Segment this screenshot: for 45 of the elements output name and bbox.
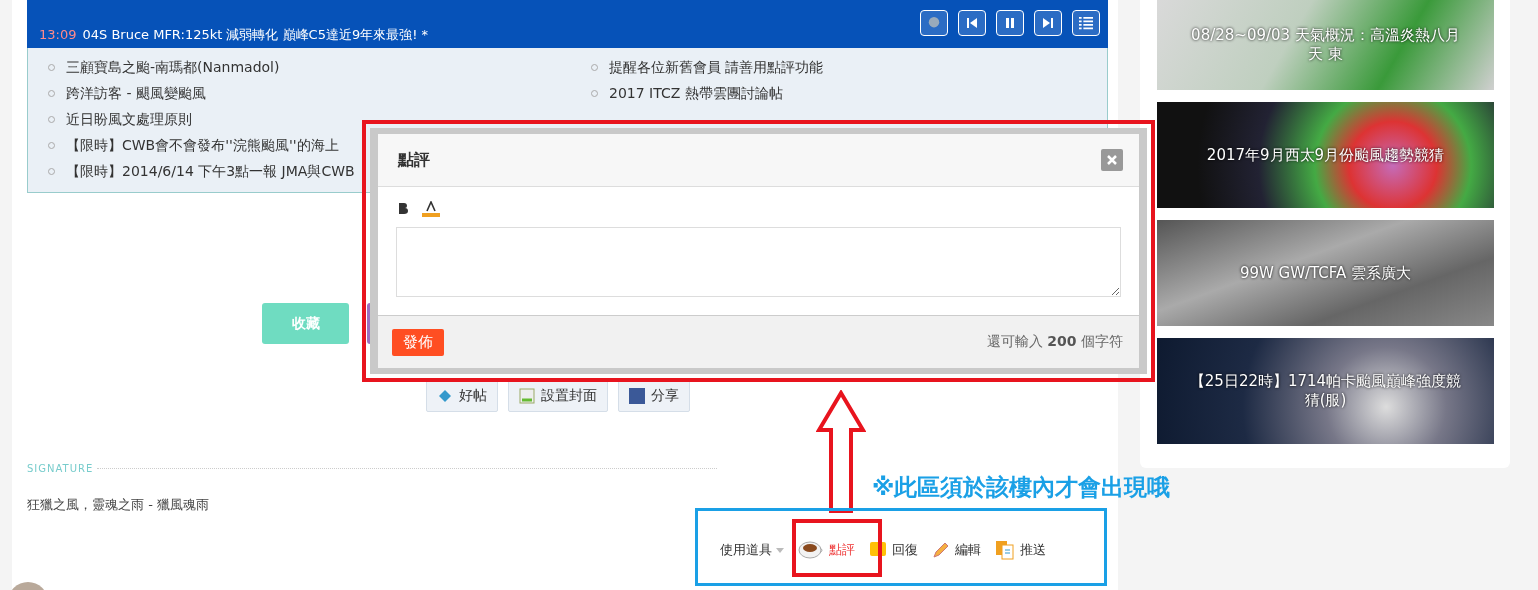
documents-icon xyxy=(995,540,1015,560)
thread-link[interactable]: 2017 ITCZ 熱帶雲團討論帖 xyxy=(609,85,783,101)
previous-icon xyxy=(966,17,978,29)
signature-text: 狂獵之風，靈魂之雨 - 獵風魂雨 xyxy=(27,496,210,514)
comment-input[interactable] xyxy=(396,227,1121,297)
post-action-button[interactable]: 回復 xyxy=(869,541,918,559)
character-counter: 還可輸入 200 個字符 xyxy=(986,333,1123,351)
pause-icon xyxy=(1004,17,1016,29)
article-card[interactable]: 2017年9月西太9月份颱風趨勢競猜 xyxy=(1157,102,1494,208)
previous-button[interactable] xyxy=(958,10,986,36)
article-card[interactable]: 99W GW/TCFA 雲系廣大 xyxy=(1157,220,1494,326)
dialog-title: 點評 xyxy=(398,149,430,171)
thread-link[interactable]: 【限時】2014/6/14 下午3點一報 JMA與CWB xyxy=(66,163,355,179)
next-button[interactable] xyxy=(1034,10,1062,36)
comment-button[interactable] xyxy=(920,10,948,36)
thread-link[interactable]: 跨洋訪客 - 颶風變颱風 xyxy=(66,85,206,101)
caret-icon xyxy=(776,547,784,553)
thread-link[interactable]: 【限時】CWB會不會發布''浣熊颱風''的海上 xyxy=(66,137,339,153)
teacup-icon xyxy=(798,540,824,560)
picture-icon xyxy=(519,388,535,404)
next-icon xyxy=(1042,17,1054,29)
thumb-icon xyxy=(437,388,453,404)
post-tool-button[interactable]: 分享 xyxy=(618,380,690,412)
list-button[interactable] xyxy=(1072,10,1100,36)
pause-button[interactable] xyxy=(996,10,1024,36)
close-icon xyxy=(1107,155,1117,165)
signature-label: SIGNATURE xyxy=(27,463,94,474)
close-button[interactable] xyxy=(1101,149,1123,171)
bold-icon[interactable] xyxy=(396,201,410,215)
facebook-icon xyxy=(629,388,645,404)
ticker-item[interactable]: 13:09 04S Bruce MFR:125kt 減弱轉化 巔峰C5達近9年來最強! * xyxy=(39,26,429,44)
post-tool-button[interactable]: 好帖 xyxy=(426,380,498,412)
thread-link[interactable]: 提醒各位新舊會員 請善用點評功能 xyxy=(609,59,824,75)
post-action-button[interactable]: 推送 xyxy=(995,540,1046,560)
post-action-button[interactable]: 編輯 xyxy=(932,541,981,559)
post-tool-button[interactable]: 設置封面 xyxy=(508,380,608,412)
thread-link[interactable]: 近日盼風文處理原則 xyxy=(66,111,192,127)
thread-link[interactable]: 三顧寶島之颱-南瑪都(Nanmadol) xyxy=(66,59,280,75)
article-card[interactable]: 【25日22時】1714帕卡颱風巔峰強度競猜(服) xyxy=(1157,338,1494,444)
annotation-note: ※此區須於該樓內才會出現哦 xyxy=(872,473,1171,502)
list-icon xyxy=(1079,16,1093,30)
post-action-button[interactable]: 點評 xyxy=(798,540,855,560)
pencil-icon xyxy=(932,541,950,559)
tools-menu[interactable]: 使用道具 xyxy=(720,541,784,559)
text-color-icon[interactable] xyxy=(422,201,440,217)
